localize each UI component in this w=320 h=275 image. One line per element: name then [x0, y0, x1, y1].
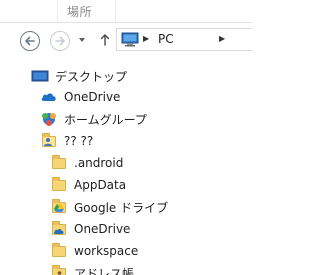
address-separator[interactable]: ▶ [219, 34, 225, 43]
tree-item-label: .android [74, 156, 124, 170]
tree-item-label: workspace [74, 244, 139, 258]
tree-item-android[interactable]: .android [50, 153, 123, 173]
tree-item-label: OneDrive [74, 222, 131, 236]
forward-button[interactable] [50, 31, 70, 51]
tree-item-workspace[interactable]: workspace [50, 241, 138, 261]
up-arrow-icon [100, 34, 110, 46]
tree-item-label: AppData [74, 178, 127, 192]
tree-item-homegroup[interactable]: ホームグループ [40, 109, 147, 129]
desktop-icon [31, 68, 49, 84]
tree-item-user-folder[interactable]: ?? ?? [40, 131, 93, 151]
folder-icon [50, 177, 68, 193]
file-explorer-window: 場所 ▶ PC ▶ デスクトップ OneDrive ホームグループ ?? ?? … [0, 0, 252, 275]
address-bar[interactable]: ▶ PC ▶ [116, 28, 252, 51]
tree-item-label: ホームグループ [64, 112, 147, 127]
folder-icon [50, 155, 68, 171]
recent-locations-dropdown[interactable] [79, 38, 85, 42]
cloud-icon [40, 89, 58, 105]
address-separator[interactable]: ▶ [143, 34, 149, 43]
ribbon-divider [57, 0, 58, 21]
tree-item-desktop[interactable]: デスクトップ [31, 66, 127, 86]
up-button[interactable] [100, 33, 110, 49]
contacts-folder-icon [50, 265, 68, 275]
tree-item-appdata[interactable]: AppData [50, 175, 126, 195]
tree-item-label: ?? ?? [64, 134, 94, 148]
forward-arrow-icon [55, 36, 65, 46]
folder-icon [50, 243, 68, 259]
navigation-bar: ▶ PC ▶ [0, 23, 252, 59]
tree-item-google-drive[interactable]: Google ドライブ [50, 197, 168, 217]
tree-item-onedrive-folder[interactable]: OneDrive [50, 219, 130, 239]
ribbon-tab-location[interactable]: 場所 [67, 3, 92, 20]
ribbon: 場所 [0, 0, 252, 23]
back-arrow-icon [25, 36, 35, 46]
ribbon-divider [115, 0, 116, 21]
back-button[interactable] [20, 31, 40, 51]
homegroup-icon [40, 111, 58, 127]
tree-item-label: アドレス帳 [74, 266, 135, 275]
onedrive-folder-icon [50, 221, 68, 237]
tree-item-label: Google ドライブ [74, 200, 169, 215]
computer-icon [121, 32, 139, 47]
tree-item-label: デスクトップ [55, 69, 128, 84]
address-location-pc[interactable]: PC [158, 32, 174, 46]
tree-item-onedrive[interactable]: OneDrive [40, 87, 120, 107]
google-drive-folder-icon [50, 199, 68, 215]
tree-item-label: OneDrive [64, 90, 121, 104]
user-folder-icon [40, 133, 58, 149]
tree-item-contacts[interactable]: アドレス帳 [50, 263, 134, 275]
